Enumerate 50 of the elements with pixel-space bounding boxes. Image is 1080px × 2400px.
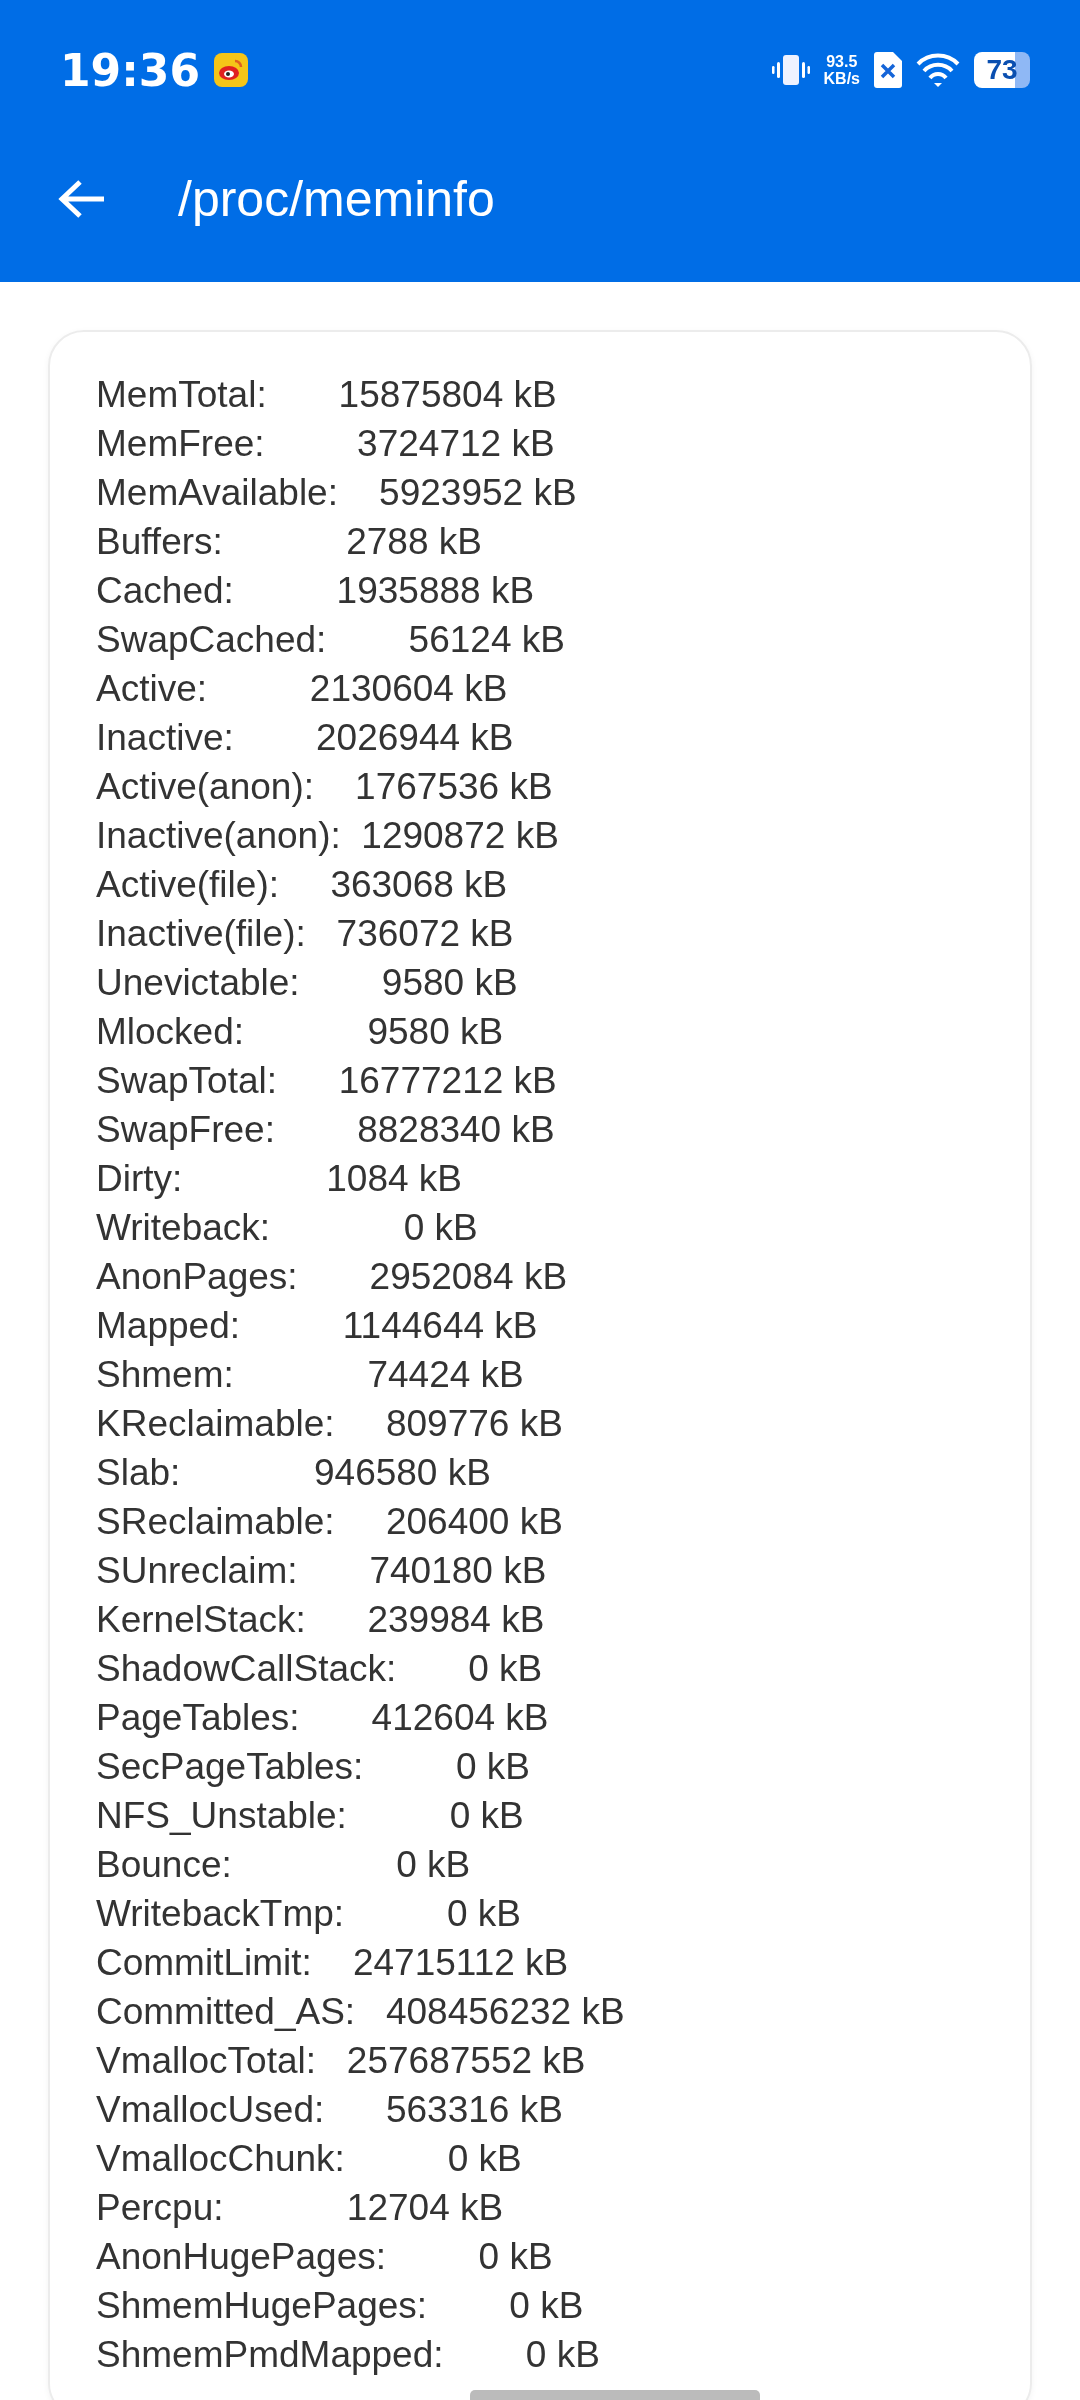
meminfo-line: Mapped: 1144644 kB [96,1304,538,1348]
meminfo-line: Inactive(anon): 1290872 kB [96,814,559,858]
meminfo-line: SwapCached: 56124 kB [96,618,565,662]
meminfo-line: NFS_Unstable: 0 kB [96,1794,524,1838]
meminfo-line: AnonPages: 2952084 kB [96,1255,568,1299]
meminfo-line: Slab: 946580 kB [96,1451,491,1495]
meminfo-line: Committed_AS: 408456232 kB [96,1990,625,2034]
network-speed: 93.5 [826,53,858,70]
meminfo-line: Writeback: 0 kB [96,1206,478,1250]
meminfo-line: Active(anon): 1767536 kB [96,765,553,809]
status-time: 19:36 [60,44,201,96]
battery-indicator: 73 [974,52,1030,88]
meminfo-line: SecPageTables: 0 kB [96,1745,530,1789]
meminfo-line: Cached: 1935888 kB [96,569,535,613]
meminfo-line: Inactive(file): 736072 kB [96,912,514,956]
meminfo-line: Buffers: 2788 kB [96,520,482,564]
wifi-icon [916,52,960,88]
meminfo-line: MemTotal: 15875804 kB [96,373,557,417]
meminfo-line: Mlocked: 9580 kB [96,1010,504,1054]
vibrate-icon [771,53,810,87]
meminfo-line: VmallocChunk: 0 kB [96,2137,522,2181]
meminfo-line: Unevictable: 9580 kB [96,961,518,1005]
meminfo-line: Active: 2130604 kB [96,667,508,711]
meminfo-line: SwapFree: 8828340 kB [96,1108,555,1152]
network-speed-unit: KB/s [823,70,860,87]
meminfo-line: Active(file): 363068 kB [96,863,508,907]
meminfo-line: Dirty: 1084 kB [96,1157,462,1201]
meminfo-line: Inactive: 2026944 kB [96,716,514,760]
meminfo-line: KernelStack: 239984 kB [96,1598,545,1642]
meminfo-line: Bounce: 0 kB [96,1843,471,1887]
meminfo-line: PageTables: 412604 kB [96,1696,549,1740]
meminfo-line: MemAvailable: 5923952 kB [96,471,577,515]
meminfo-line: CommitLimit: 24715112 kB [96,1941,569,1985]
sim-card-icon [874,52,902,88]
meminfo-line: SReclaimable: 206400 kB [96,1500,563,1544]
meminfo-line: Percpu: 12704 kB [96,2186,504,2230]
meminfo-line: VmallocUsed: 563316 kB [96,2088,563,2132]
meminfo-line: SUnreclaim: 740180 kB [96,1549,547,1593]
meminfo-line: AnonHugePages: 0 kB [96,2235,553,2279]
meminfo-line: ShmemPmdMapped: 0 kB [96,2333,600,2377]
meminfo-line: Shmem: 74424 kB [96,1353,524,1397]
app-notification-icon [214,53,249,87]
meminfo-line: ShmemHugePages: 0 kB [96,2284,584,2328]
page-title: /proc/meminfo [178,170,495,228]
meminfo-line: KReclaimable: 809776 kB [96,1402,563,1446]
meminfo-line: ShadowCallStack: 0 kB [96,1647,543,1691]
meminfo-line: WritebackTmp: 0 kB [96,1892,521,1936]
meminfo-line: MemFree: 3724712 kB [96,422,555,466]
meminfo-line: SwapTotal: 16777212 kB [96,1059,557,1103]
meminfo-line: VmallocTotal: 257687552 kB [96,2039,586,2083]
